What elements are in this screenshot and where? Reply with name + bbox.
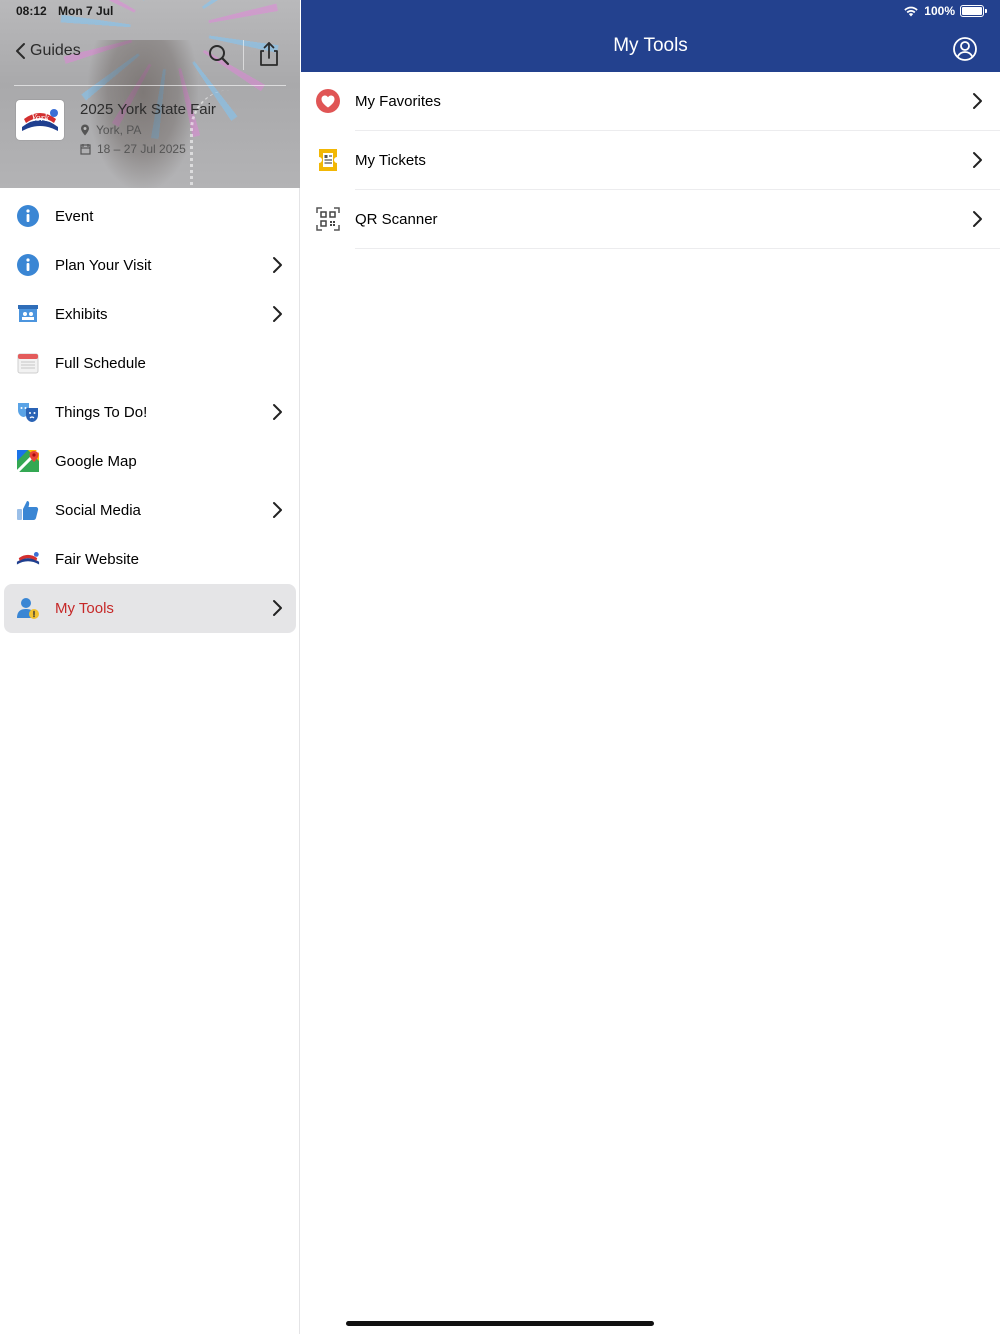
- event-logo: York: [16, 100, 64, 140]
- location-pin-icon: [81, 124, 89, 136]
- chevron-left-icon: [16, 43, 25, 59]
- event-location-text: York, PA: [96, 123, 142, 137]
- event-location: York, PA: [80, 123, 141, 137]
- sidebar-item-label: Social Media: [55, 502, 141, 519]
- chevron-right-icon: [273, 404, 282, 420]
- chevron-right-icon: [273, 257, 282, 273]
- search-icon[interactable]: [206, 42, 232, 68]
- sidebar-item-label: Plan Your Visit: [55, 257, 152, 274]
- chevron-right-icon: [973, 93, 982, 109]
- event-title: 2025 York State Fair: [80, 101, 216, 118]
- list-item-my-tickets[interactable]: My Tickets: [301, 131, 1000, 190]
- york-fair-logo-icon: York: [22, 109, 58, 131]
- sidebar-item-full-schedule[interactable]: Full Schedule: [0, 339, 300, 388]
- user-tools-icon: [16, 596, 40, 620]
- list-item-label: QR Scanner: [355, 211, 438, 228]
- info-icon: [16, 204, 40, 228]
- calendar-icon: [16, 351, 40, 375]
- event-dates-text: 18 – 27 Jul 2025: [97, 142, 186, 156]
- account-icon[interactable]: [952, 36, 978, 62]
- tools-list: My Favorites My Tickets QR Scanner: [301, 72, 1000, 249]
- info-icon: [16, 253, 40, 277]
- google-maps-icon: [16, 449, 40, 473]
- sidebar-item-exhibits[interactable]: Exhibits: [0, 290, 300, 339]
- calendar-small-icon: [80, 144, 91, 155]
- sidebar-item-fair-website[interactable]: Fair Website: [0, 535, 300, 584]
- sidebar: Guides York 2025 York State Fair York, P…: [0, 0, 300, 1334]
- sidebar-menu: Event Plan Your Visit Exhibits Full Sche…: [0, 192, 300, 633]
- list-item-label: My Favorites: [355, 93, 441, 110]
- chevron-right-icon: [273, 306, 282, 322]
- chevron-right-icon: [273, 600, 282, 616]
- chevron-right-icon: [273, 502, 282, 518]
- header-divider: [243, 40, 244, 70]
- qr-code-icon: [316, 207, 340, 231]
- chevron-right-icon: [973, 152, 982, 168]
- list-item-my-favorites[interactable]: My Favorites: [301, 72, 1000, 131]
- sidebar-item-plan-your-visit[interactable]: Plan Your Visit: [0, 241, 300, 290]
- header-rule: [14, 85, 286, 86]
- sidebar-item-google-map[interactable]: Google Map: [0, 437, 300, 486]
- thumbs-up-icon: [16, 498, 40, 522]
- sidebar-item-my-tools[interactable]: My Tools: [4, 584, 296, 633]
- ticket-icon: [316, 148, 340, 172]
- sidebar-item-label: Things To Do!: [55, 404, 148, 421]
- page-title: My Tools: [613, 35, 688, 56]
- theater-masks-icon: [16, 400, 40, 424]
- sidebar-item-social-media[interactable]: Social Media: [0, 486, 300, 535]
- sidebar-item-label: Event: [55, 208, 94, 225]
- main-panel: My Tools My Favorites My Tickets QR Scan…: [301, 0, 1000, 1334]
- sidebar-item-label: Exhibits: [55, 306, 108, 323]
- sidebar-item-label: Full Schedule: [55, 355, 146, 372]
- home-indicator[interactable]: [346, 1321, 654, 1326]
- list-item-qr-scanner[interactable]: QR Scanner: [301, 190, 1000, 249]
- sidebar-item-things-to-do[interactable]: Things To Do!: [0, 388, 300, 437]
- chevron-right-icon: [973, 211, 982, 227]
- sidebar-item-event[interactable]: Event: [0, 192, 300, 241]
- event-dates: 18 – 27 Jul 2025: [80, 142, 186, 156]
- svg-text:York: York: [31, 113, 50, 124]
- share-icon[interactable]: [256, 40, 282, 68]
- sidebar-item-label: Google Map: [55, 453, 137, 470]
- back-label: Guides: [30, 42, 81, 59]
- back-button[interactable]: Guides: [14, 42, 81, 60]
- sidebar-item-label: My Tools: [55, 600, 114, 617]
- sidebar-item-label: Fair Website: [55, 551, 139, 568]
- list-item-label: My Tickets: [355, 152, 426, 169]
- heart-icon: [316, 89, 340, 113]
- exhibits-icon: [16, 302, 40, 326]
- york-logo-icon: [16, 547, 40, 571]
- event-header: Guides York 2025 York State Fair York, P…: [0, 0, 300, 188]
- nav-bar: My Tools: [301, 0, 1000, 72]
